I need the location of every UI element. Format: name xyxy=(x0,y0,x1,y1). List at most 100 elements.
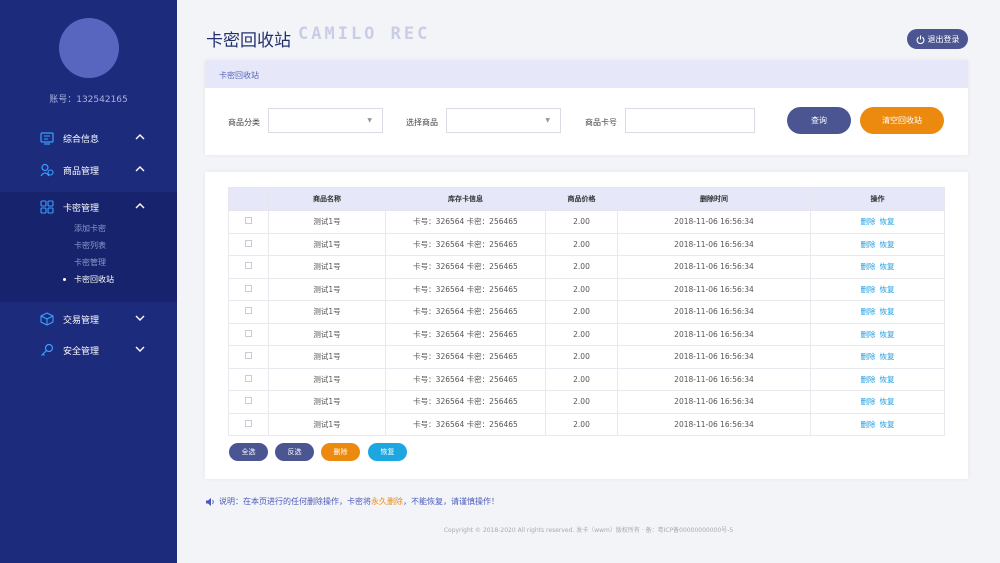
row-delete-time: 2018-11-06 16:56:34 xyxy=(617,300,811,324)
row-checkbox[interactable] xyxy=(245,284,252,292)
speaker-icon xyxy=(206,497,214,506)
row-product-name: 测试1号 xyxy=(268,232,386,256)
row-product-name: 测试1号 xyxy=(268,277,386,301)
row-select-cell xyxy=(228,232,269,256)
row-delete-time: 2018-11-06 16:56:34 xyxy=(617,367,811,391)
row-select-cell xyxy=(228,367,269,391)
row-card-info: 卡号：326564 卡密：256465 xyxy=(385,255,546,279)
note-suffix: ，不能恢复，请谨慎操作！ xyxy=(403,497,499,506)
query-button[interactable]: 查询 xyxy=(787,107,851,134)
sidebar: 账号：132542165 综合信息 商品管理 卡密管理 添加卡密 卡密列表 卡密… xyxy=(0,0,177,563)
product-select[interactable]: ▼ xyxy=(446,108,561,133)
row-delete-time: 2018-11-06 16:56:34 xyxy=(617,390,811,414)
col-header-actions: 操作 xyxy=(810,187,945,211)
submenu-item-recycle-bin[interactable]: 卡密回收站 xyxy=(74,274,114,285)
row-restore-link[interactable]: 恢复 xyxy=(880,397,895,406)
nav-label: 商品管理 xyxy=(63,167,100,177)
logout-button[interactable]: 退出登录 xyxy=(907,29,968,49)
submenu-item-add-card[interactable]: 添加卡密 xyxy=(74,223,106,234)
row-actions: 删除 恢复 xyxy=(810,412,945,436)
account-label: 账号：132542165 xyxy=(49,95,128,105)
nav-item-overview[interactable]: 综合信息 xyxy=(0,127,177,149)
warning-note: 说明：在本页进行的任何删除操作，卡密将永久删除，不能恢复，请谨慎操作！ xyxy=(205,496,499,507)
nav-item-security[interactable]: 安全管理 xyxy=(0,339,177,361)
row-restore-link[interactable]: 恢复 xyxy=(880,240,895,249)
row-checkbox[interactable] xyxy=(245,329,252,337)
row-checkbox[interactable] xyxy=(245,262,252,270)
row-product-name: 测试1号 xyxy=(268,367,386,391)
col-header-name: 商品名称 xyxy=(268,187,386,211)
avatar[interactable] xyxy=(59,18,119,78)
row-select-cell xyxy=(228,210,269,234)
submenu-item-card-manage[interactable]: 卡密管理 xyxy=(74,257,106,268)
row-delete-link[interactable]: 删除 xyxy=(861,375,876,384)
row-delete-link[interactable]: 删除 xyxy=(861,420,876,429)
row-checkbox[interactable] xyxy=(245,239,252,247)
row-checkbox[interactable] xyxy=(245,352,252,360)
table-row: 测试1号 卡号：326564 卡密：256465 2.00 2018-11-06 16… xyxy=(228,367,945,391)
row-price: 2.00 xyxy=(545,412,618,436)
row-restore-link[interactable]: 恢复 xyxy=(880,375,895,384)
bulk-delete-button[interactable]: 删除 xyxy=(321,443,360,461)
row-delete-time: 2018-11-06 16:56:34 xyxy=(617,255,811,279)
row-select-cell xyxy=(228,345,269,369)
chevron-up-icon xyxy=(135,166,145,172)
footer-copyright: Copyright © 2018-2020 All rights reserve… xyxy=(443,527,734,534)
category-select[interactable]: ▼ xyxy=(268,108,383,133)
nav-label: 综合信息 xyxy=(63,135,100,145)
nav-item-transactions[interactable]: 交易管理 xyxy=(0,308,177,330)
row-price: 2.00 xyxy=(545,322,618,346)
row-restore-link[interactable]: 恢复 xyxy=(880,217,895,226)
submenu-item-card-list[interactable]: 卡密列表 xyxy=(74,240,106,251)
row-checkbox[interactable] xyxy=(245,374,252,382)
box-icon xyxy=(40,312,54,326)
nav-label: 安全管理 xyxy=(63,347,100,357)
invert-selection-button[interactable]: 反选 xyxy=(275,443,314,461)
row-actions: 删除 恢复 xyxy=(810,367,945,391)
row-delete-time: 2018-11-06 16:56:34 xyxy=(617,412,811,436)
row-select-cell xyxy=(228,300,269,324)
row-restore-link[interactable]: 恢复 xyxy=(880,307,895,316)
title-decoration: CAMILO REC xyxy=(298,24,431,44)
col-header-price: 商品价格 xyxy=(545,187,618,211)
row-delete-time: 2018-11-06 16:56:34 xyxy=(617,345,811,369)
row-delete-link[interactable]: 删除 xyxy=(861,352,876,361)
row-delete-link[interactable]: 删除 xyxy=(861,285,876,294)
product-label: 选择商品 xyxy=(406,118,438,127)
table-header-row: 商品名称 库存卡信息 商品价格 删除时间 操作 xyxy=(228,187,945,211)
row-restore-link[interactable]: 恢复 xyxy=(880,285,895,294)
row-price: 2.00 xyxy=(545,367,618,391)
row-actions: 删除 恢复 xyxy=(810,277,945,301)
caret-down-icon: ▼ xyxy=(367,117,372,124)
row-product-name: 测试1号 xyxy=(268,390,386,414)
row-checkbox[interactable] xyxy=(245,419,252,427)
card-number-label: 商品卡号 xyxy=(585,118,617,127)
row-product-name: 测试1号 xyxy=(268,255,386,279)
note-prefix: 说明：在本页进行的任何删除操作，卡密将 xyxy=(219,497,371,506)
select-all-button[interactable]: 全选 xyxy=(229,443,268,461)
nav-item-products[interactable]: 商品管理 xyxy=(0,159,177,181)
row-restore-link[interactable]: 恢复 xyxy=(880,330,895,339)
card-number-input[interactable] xyxy=(625,108,755,133)
bulk-restore-button[interactable]: 恢复 xyxy=(368,443,407,461)
row-delete-link[interactable]: 删除 xyxy=(861,217,876,226)
row-checkbox[interactable] xyxy=(245,217,252,225)
caret-down-icon: ▼ xyxy=(545,117,550,124)
row-delete-link[interactable]: 删除 xyxy=(861,307,876,316)
row-checkbox[interactable] xyxy=(245,307,252,315)
row-delete-link[interactable]: 删除 xyxy=(861,240,876,249)
row-actions: 删除 恢复 xyxy=(810,345,945,369)
row-restore-link[interactable]: 恢复 xyxy=(880,352,895,361)
row-select-cell xyxy=(228,322,269,346)
row-restore-link[interactable]: 恢复 xyxy=(880,262,895,271)
row-price: 2.00 xyxy=(545,232,618,256)
row-select-cell xyxy=(228,277,269,301)
row-delete-link[interactable]: 删除 xyxy=(861,397,876,406)
clear-recycle-bin-button[interactable]: 清空回收站 xyxy=(860,107,944,134)
row-restore-link[interactable]: 恢复 xyxy=(880,420,895,429)
row-delete-link[interactable]: 删除 xyxy=(861,262,876,271)
row-checkbox[interactable] xyxy=(245,397,252,405)
category-label: 商品分类 xyxy=(228,118,260,127)
row-delete-link[interactable]: 删除 xyxy=(861,330,876,339)
nav-item-cards[interactable]: 卡密管理 xyxy=(0,196,177,218)
